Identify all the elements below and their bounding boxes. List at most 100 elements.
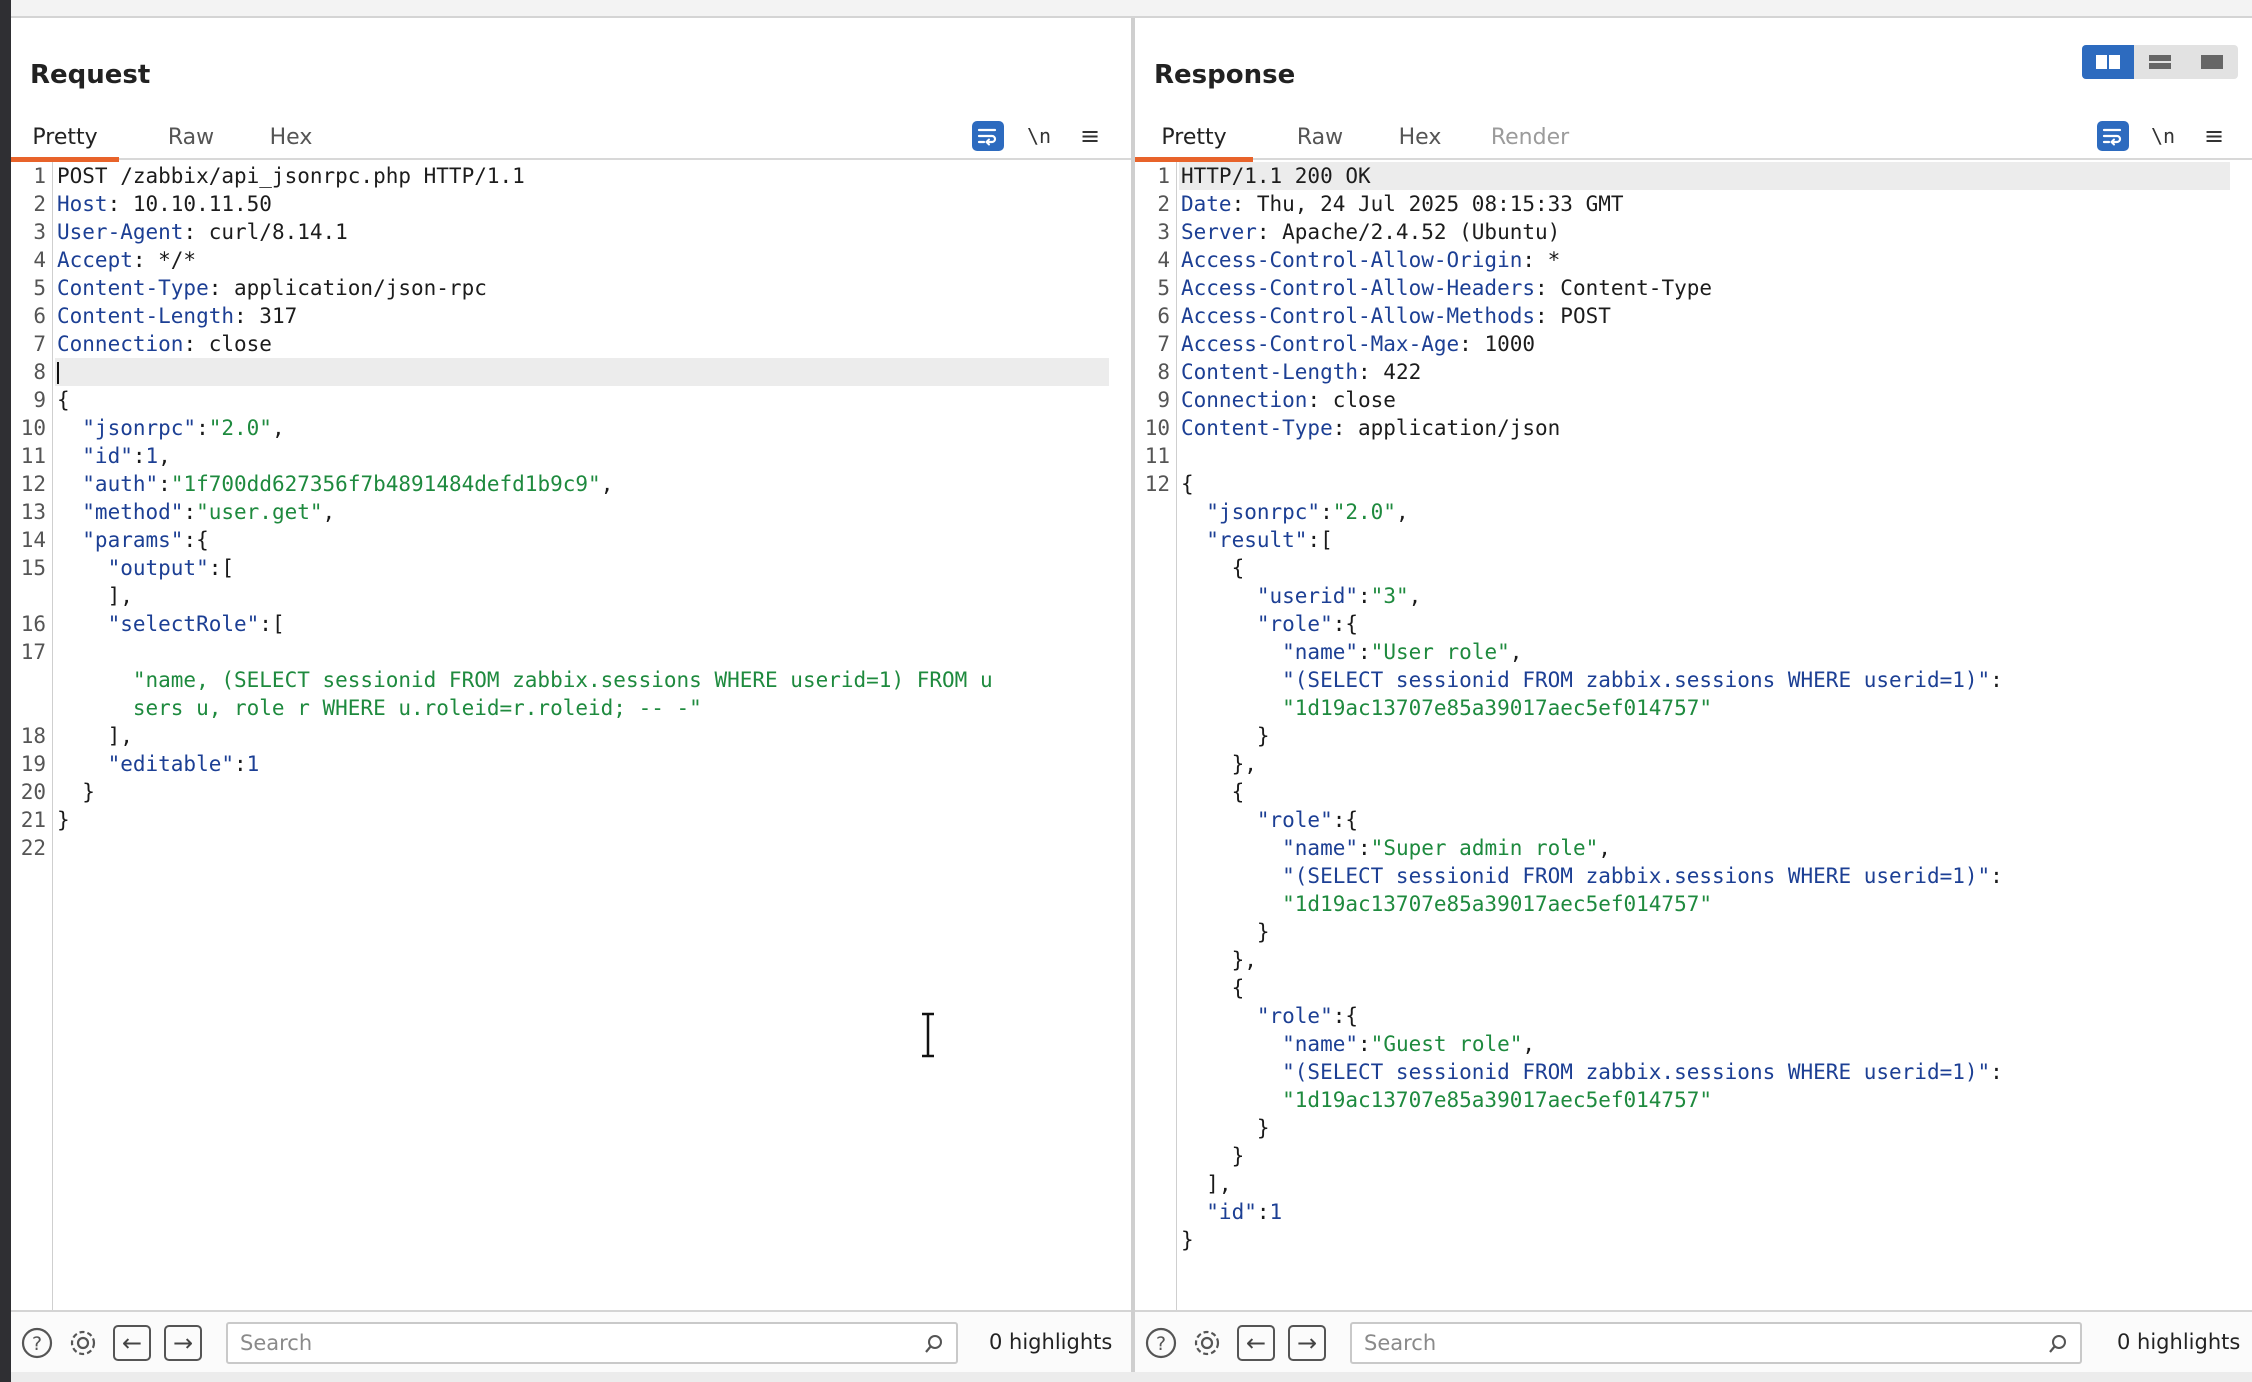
word-wrap-toggle[interactable] [2097,121,2129,151]
code-line: "(SELECT sessionid FROM zabbix.sessions … [1135,862,2252,890]
line-text: "name":"Super admin role", [1181,834,1611,862]
svg-text:?: ? [32,1333,42,1355]
code-token: "Super admin role" [1370,836,1599,860]
request-tab-pretty[interactable]: Pretty [11,104,119,162]
line-number: 10 [1144,416,1170,440]
code-line: 14 "params":{ [11,526,1131,554]
code-line: "1d19ac13707e85a39017aec5ef014757" [1135,1086,2252,1114]
code-line: sers u, role r WHERE u.roleid=r.roleid; … [11,694,1131,722]
word-wrap-toggle[interactable] [972,121,1004,151]
response-tab-pretty[interactable]: Pretty [1135,104,1253,162]
request-code[interactable]: 1 POST /zabbix/api_jsonrpc.php HTTP/1.1 2 H… [11,162,1131,862]
code-token: { [57,388,70,412]
settings-gear-icon[interactable] [1189,1325,1225,1361]
layout-toggle [2082,45,2238,79]
code-line: 1 POST /zabbix/api_jsonrpc.php HTTP/1.1 [11,162,1131,190]
code-token: : close [1307,388,1396,412]
hamburger-menu-icon[interactable]: ≡ [2198,121,2230,151]
line-text: }, [1181,750,1257,778]
code-token: , [1598,836,1611,860]
previous-arrow-icon[interactable]: ← [113,1325,151,1361]
code-token: "output" [57,556,209,580]
hamburger-menu-icon[interactable]: ≡ [1074,121,1106,151]
code-line: 11 [1135,442,2252,470]
next-arrow-icon[interactable]: → [1288,1325,1326,1361]
show-newlines-toggle[interactable]: \n [2147,121,2179,151]
help-icon[interactable]: ? [1143,1325,1179,1361]
line-text: "userid":"3", [1181,582,1421,610]
line-number: 7 [1157,332,1170,356]
request-search-input[interactable] [240,1331,859,1355]
line-text: Content-Length: 422 [1181,358,1421,386]
response-tab-render[interactable]: Render [1480,104,1580,160]
code-token: "result" [1181,528,1308,552]
help-icon[interactable]: ? [19,1325,55,1361]
code-token: Connection [1181,388,1308,412]
search-icon[interactable] [922,1332,946,1356]
response-search-input[interactable] [1364,1331,1983,1355]
code-token: 1 [145,444,159,468]
code-line: 2 Date: Thu, 24 Jul 2025 08:15:33 GMT [1135,190,2252,218]
svg-text:?: ? [1156,1333,1166,1355]
line-text: Content-Type: application/json [1181,414,1560,442]
code-line: 3 Server: Apache/2.4.52 (Ubuntu) [1135,218,2252,246]
line-number: 15 [20,556,46,580]
response-tab-raw[interactable]: Raw [1285,104,1355,160]
line-text: User-Agent: curl/8.14.1 [57,218,348,246]
response-code[interactable]: 1 HTTP/1.1 200 OK 2 Date: Thu, 24 Jul 2025 … [1135,162,2252,1254]
code-token: : */* [132,248,197,272]
code-token: "params" [57,528,184,552]
response-title: Response [1154,60,1296,90]
response-tab-hex[interactable]: Hex [1385,104,1455,160]
code-line: 9{ [11,386,1131,414]
code-line: 6 Access-Control-Allow-Methods: POST [1135,302,2252,330]
code-line: "name":"Super admin role", [1135,834,2252,862]
search-icon[interactable] [2046,1332,2070,1356]
request-editor[interactable]: 1 POST /zabbix/api_jsonrpc.php HTTP/1.1 2 H… [11,162,1131,1310]
line-text: "jsonrpc":"2.0", [1181,498,1408,526]
code-line: 3 User-Agent: curl/8.14.1 [11,218,1131,246]
line-text: { [1181,778,1245,806]
code-token: "1d19ac13707e85a39017aec5ef014757" [1181,1088,1713,1112]
layout-side-by-side-button[interactable] [2082,45,2134,79]
code-token: Accept [57,248,133,272]
line-number: 16 [20,612,46,636]
next-arrow-icon[interactable]: → [164,1325,202,1361]
code-line: 13 "method":"user.get", [11,498,1131,526]
code-token: : [1256,1200,1270,1224]
wrap-icon [977,128,997,146]
code-line: "role":{ [1135,806,2252,834]
line-text: { [1181,974,1245,1002]
request-tab-raw[interactable]: Raw [156,104,226,160]
code-token: : Content-Type [1535,276,1713,300]
code-token: "name, (SELECT sessionid FROM zabbix.ses… [57,668,993,692]
layout-stacked-button[interactable] [2134,45,2186,79]
layout-single-button[interactable] [2186,45,2238,79]
code-token: : close [183,332,272,356]
line-number: 17 [20,640,46,664]
previous-arrow-icon[interactable]: ← [1237,1325,1275,1361]
code-token: :[ [208,556,235,580]
code-token: : 1000 [1459,332,1536,356]
code-token: "(SELECT sessionid FROM zabbix.sessions … [1181,1060,1991,1084]
code-token: "jsonrpc" [57,416,197,440]
line-text: } [1181,1114,1270,1142]
code-token: "selectRole" [57,612,260,636]
code-line: 11 "id":1, [11,442,1131,470]
settings-gear-icon[interactable] [65,1325,101,1361]
show-newlines-toggle[interactable]: \n [1023,121,1055,151]
line-text: ], [57,722,133,750]
code-token: }, [1181,752,1257,776]
line-number: 9 [33,388,46,412]
code-token: 1 [246,752,260,776]
code-line: "1d19ac13707e85a39017aec5ef014757" [1135,694,2252,722]
request-tab-hex[interactable]: Hex [256,104,326,160]
line-text: Host: 10.10.11.50 [57,190,272,218]
code-line: "role":{ [1135,610,2252,638]
code-token: :{ [1332,1004,1359,1028]
response-editor[interactable]: 1 HTTP/1.1 200 OK 2 Date: Thu, 24 Jul 2025 … [1135,162,2252,1310]
code-token: User-Agent [57,220,184,244]
code-line: 10 Content-Type: application/json [1135,414,2252,442]
code-token: : [158,472,171,496]
line-number: 12 [20,472,46,496]
